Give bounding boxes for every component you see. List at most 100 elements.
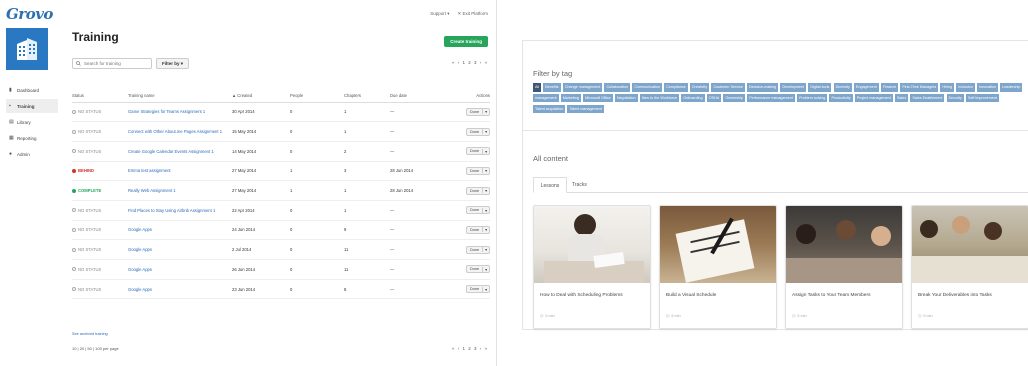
done-dropdown-button[interactable]: Done ▾ [466,186,490,195]
tag-filter-button[interactable]: Performance management [747,93,795,103]
tag-filter-button[interactable]: Ownership [723,93,746,103]
tab-tracks[interactable]: Tracks [567,177,592,193]
done-dropdown-button[interactable]: Done ▾ [466,107,490,116]
tag-filter-button[interactable]: OSHA [706,93,722,103]
lesson-card[interactable]: Assign Tasks to Your Team Members ◷ 5 min [785,205,903,329]
tag-filter-button[interactable]: First-Time Managers [900,83,939,92]
tag-filter-button[interactable]: Microsoft Office [583,93,613,103]
tag-filter-button[interactable]: Problem solving [797,93,828,103]
support-menu[interactable]: Support ▾ [430,11,449,17]
done-dropdown-button[interactable]: Done ▾ [466,285,490,294]
sidebar-item-admin[interactable]: ● Admin [6,147,58,161]
tag-filter-button[interactable]: Hiring [940,83,955,92]
training-name-link[interactable]: Really Web Assignment 1 [128,180,232,201]
tag-filter-button[interactable]: Creativity [689,83,710,92]
sidebar-item-training[interactable]: ▪ Training [6,99,58,113]
column-header-due-date[interactable]: Due date [390,90,450,103]
tag-filter-button[interactable]: Innovation [976,83,998,92]
pagination-top[interactable]: « ‹ 1 2 3 › » [452,60,488,65]
tag-filter-button[interactable]: Productivity [829,93,853,103]
tag-filter-button[interactable]: Decision-making [746,83,779,92]
tag-filter-button[interactable]: Marketing [560,93,581,103]
done-dropdown-button[interactable]: Done ▾ [466,166,490,175]
search-box[interactable] [72,58,152,69]
tag-filter-button[interactable]: New to the Workforce [639,93,680,103]
done-dropdown-button[interactable]: Done ▾ [466,147,490,156]
tag-filter-button[interactable]: Collaboration [604,83,631,92]
training-name-link[interactable]: Google Apps [128,220,232,241]
actions-cell: Done ▾ [450,220,490,241]
tag-filter-button[interactable]: Digital tools [808,83,832,92]
table-row[interactable]: NO STATUS Create Google Calendar Events A… [72,141,490,162]
done-dropdown-button[interactable]: Done ▾ [466,245,490,254]
column-header-created[interactable]: ▲ Created [232,90,290,103]
lesson-card[interactable]: Break Your Deliverables into Tasks ◷ 5 mi… [911,205,1028,329]
column-header-training-name[interactable]: Training name [128,90,232,103]
training-name-link[interactable]: Google Apps [128,239,232,260]
sidebar-item-label: Dashboard [17,87,40,93]
training-name-link[interactable]: Create Google Calendar Events Assignment… [128,141,232,162]
lesson-card[interactable]: Build a Visual Schedule ◷ 6 min [659,205,777,329]
tag-filter-button[interactable]: Leadership [1000,83,1023,92]
tag-filter-button[interactable]: Self Improvement [966,93,999,103]
lesson-card[interactable]: How to Deal with Scheduling Problems ◷ 5 … [533,205,651,329]
people-cell: 1 [290,161,344,182]
sidebar-item-reporting[interactable]: ▦ Reporting [6,131,58,145]
tag-filter-button[interactable]: Negotiation [614,93,638,103]
grovo-logo[interactable]: Grovo [6,5,53,23]
tag-filter-button[interactable]: Talent management [567,104,604,114]
tag-filter-button[interactable]: Development [780,83,807,92]
column-header-people[interactable]: People [290,90,344,103]
tag-filter-button[interactable]: Change management [562,83,603,92]
training-name-link[interactable]: Find Places to Stay Using Airbnb Assignm… [128,200,232,221]
tag-filter-button[interactable]: Communication [632,83,663,92]
status-badge: NO STATUS [72,227,128,232]
table-row[interactable]: NO STATUS Find Places to Stay Using Airbn… [72,200,490,221]
see-archived-link[interactable]: See archived training [72,332,108,336]
tag-filter-button[interactable]: Onboarding [681,93,705,103]
training-name-link[interactable]: Connect with Other About.me Pages Assign… [128,121,232,142]
pagination-bottom[interactable]: « ‹ 1 2 3 › » [452,346,488,351]
exit-platform-link[interactable]: ✕ Exit Platform [457,11,488,17]
sidebar-item-dashboard[interactable]: ▮ Dashboard [6,83,58,97]
column-header-chapters[interactable]: Chapters [344,90,390,103]
status-cell: NO STATUS [72,259,128,280]
training-name-link[interactable]: Game Strategies for Teams Assignment 1 [128,102,232,123]
tag-filter-button[interactable]: All [533,83,542,92]
table-row[interactable]: NO STATUS Google Apps 26 Jun 2014 0 11— Done ▾ [72,259,490,280]
tag-filter-button[interactable]: Project management [854,93,893,103]
per-page-selector[interactable]: 10 | 20 | 50 | 100 per page [72,346,119,351]
tag-filter-button[interactable]: Diversity [833,83,852,92]
sidebar-item-library[interactable]: ▤ Library [6,115,58,129]
tag-filter-button[interactable]: Finance [881,83,899,92]
table-row[interactable]: NO STATUS Connect with Other About.me Pag… [72,121,490,142]
tag-filter-button[interactable]: Talent acquisition [533,104,566,114]
tag-filter-button[interactable]: Benefits [543,83,561,92]
done-dropdown-button[interactable]: Done ▾ [466,265,490,274]
tab-lessons[interactable]: Lessons [533,177,567,193]
table-row[interactable]: NO STATUS Google Apps 24 Jun 2014 0 9— Done ▾ [72,220,490,241]
tag-filter-button[interactable]: Compliance [664,83,688,92]
training-name-link[interactable]: Google Apps [128,279,232,300]
training-name-link[interactable]: Emma test assignment [128,161,232,182]
table-row[interactable]: NO STATUS Google Apps 2 Jul 2014 0 11— Done ▾ [72,239,490,260]
search-input[interactable] [84,61,144,66]
table-row[interactable]: NO STATUS Google Apps 23 Jun 2014 0 8— Done ▾ [72,279,490,300]
tag-filter-button[interactable]: Sales [894,93,909,103]
tag-filter-button[interactable]: Customer Service [711,83,745,92]
create-training-button[interactable]: Create training [444,36,488,47]
tag-filter-button[interactable]: management [533,93,559,103]
done-dropdown-button[interactable]: Done ▾ [466,206,490,215]
training-name-link[interactable]: Google Apps [128,259,232,280]
table-row[interactable]: NO STATUS Game Strategies for Teams Assig… [72,102,490,123]
column-header-status[interactable]: Status [72,90,128,103]
tag-filter-button[interactable]: Inclusion [956,83,975,92]
table-row[interactable]: COMPLETE Really Web Assignment 1 27 May 20… [72,180,490,201]
done-dropdown-button[interactable]: Done ▾ [466,225,490,234]
table-row[interactable]: BEHIND Emma test assignment 27 May 2014 1 3 2… [72,161,490,182]
filter-by-dropdown[interactable]: Filter by ▾ [156,58,190,69]
tag-filter-button[interactable]: Security [946,93,964,103]
done-dropdown-button[interactable]: Done ▾ [466,127,490,136]
tag-filter-button[interactable]: Sales Enablement [910,93,945,103]
tag-filter-button[interactable]: Engagement [853,83,879,92]
